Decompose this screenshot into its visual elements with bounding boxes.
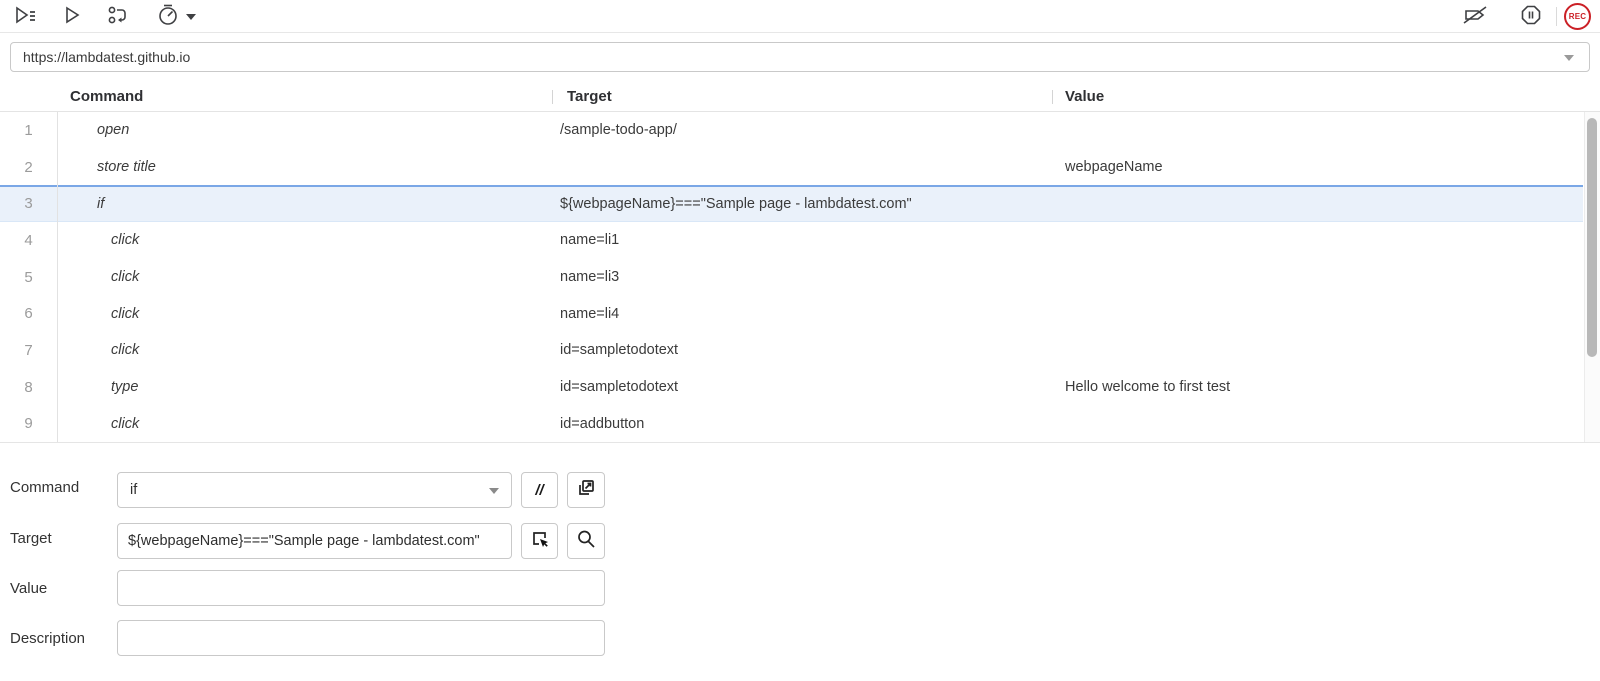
row-number: 7 — [24, 341, 33, 359]
cell-command: click — [111, 415, 140, 432]
cell-value: webpageName — [1065, 159, 1163, 176]
chevron-down-icon — [186, 14, 196, 20]
row-number: 3 — [24, 195, 33, 213]
row-number: 2 — [24, 158, 33, 176]
description-field-label: Description — [10, 630, 86, 647]
cell-target: ${webpageName}==="Sample page - lambdate… — [560, 195, 912, 212]
table-bottom-divider — [0, 442, 1600, 443]
cell-command: if — [97, 195, 105, 212]
step-over-button[interactable] — [105, 4, 131, 30]
column-header-value: Value — [1065, 88, 1105, 105]
disable-breakpoints-icon — [1462, 3, 1488, 32]
row-number: 6 — [24, 305, 33, 323]
table-scrollbar-thumb[interactable] — [1587, 118, 1597, 357]
table-row[interactable]: 1 open/sample-todo-app/ — [0, 112, 1583, 149]
column-header-command: Command — [70, 88, 144, 105]
record-button-label: REC — [1568, 12, 1587, 21]
chevron-down-icon — [489, 488, 499, 494]
value-input[interactable] — [117, 570, 605, 606]
target-field-label: Target — [10, 530, 52, 547]
row-number: 8 — [24, 378, 33, 396]
table-row[interactable]: 5 click name=li3 — [0, 258, 1583, 296]
cell-command: open — [97, 122, 130, 139]
cell-command: click — [111, 342, 140, 359]
cell-target: name=li4 — [560, 305, 620, 322]
open-new-window-icon — [575, 477, 597, 504]
table-row[interactable]: 7 click id=sampletodotext — [0, 332, 1583, 369]
pause-on-exceptions-button[interactable] — [1518, 4, 1544, 30]
command-select-value: if — [130, 482, 138, 498]
value-field-label: Value — [10, 580, 48, 597]
base-url-value: https://lambdatest.github.io — [23, 49, 191, 65]
cell-command: click — [111, 269, 140, 286]
pause-on-exceptions-icon — [1519, 3, 1543, 32]
run-all-tests-button[interactable] — [12, 4, 38, 30]
toggle-comment-button[interactable]: // — [521, 472, 558, 508]
select-target-button[interactable] — [521, 523, 558, 559]
table-row[interactable]: 4 click name=li1 — [0, 222, 1583, 259]
cell-target: /sample-todo-app/ — [560, 122, 677, 139]
base-url-select[interactable]: https://lambdatest.github.io — [10, 42, 1590, 72]
table-row[interactable]: 6 click name=li4 — [0, 295, 1583, 333]
cell-value: Hello welcome to first test — [1065, 379, 1231, 396]
column-divider — [1052, 90, 1053, 104]
chevron-down-icon[interactable] — [1564, 55, 1574, 61]
column-header-target: Target — [567, 88, 612, 105]
row-number: 4 — [24, 231, 33, 249]
cell-target: id=sampletodotext — [560, 379, 679, 396]
command-select[interactable]: if — [117, 472, 512, 508]
selenium-ide-window: REC https://lambdatest.github.io Command… — [0, 0, 1600, 681]
cell-target: name=li3 — [560, 269, 620, 286]
run-current-test-button[interactable] — [59, 4, 85, 30]
description-input[interactable] — [117, 620, 605, 656]
cell-command: type — [111, 379, 139, 396]
find-target-button[interactable] — [567, 523, 605, 559]
row-number-divider — [57, 112, 58, 442]
open-new-window-button[interactable] — [567, 472, 605, 508]
step-over-icon — [106, 3, 130, 32]
command-field-label: Command — [10, 479, 80, 496]
run-current-test-icon — [60, 3, 84, 32]
table-row[interactable]: 8 type id=sampletodotext Hello welcome to f… — [0, 368, 1583, 406]
table-row[interactable]: 9 click id=addbutton — [0, 405, 1583, 443]
table-row[interactable]: 3 if ${webpageName}==="Sample page - lambd… — [0, 185, 1583, 223]
comment-icon: // — [535, 481, 544, 499]
row-number: 9 — [24, 415, 33, 433]
toolbar-divider — [1556, 7, 1557, 26]
row-number: 5 — [24, 268, 33, 286]
target-input[interactable] — [117, 523, 512, 559]
row-number: 1 — [24, 121, 33, 139]
commands-table-header: Command Target Value — [0, 84, 1600, 112]
column-divider — [552, 90, 553, 104]
select-target-icon — [529, 528, 551, 555]
cell-command: click — [111, 232, 140, 249]
run-all-tests-icon — [12, 3, 38, 32]
cell-target: id=addbutton — [560, 415, 645, 432]
record-button[interactable]: REC — [1564, 3, 1591, 30]
table-row[interactable]: 2 store title webpageName — [0, 148, 1583, 186]
search-icon — [575, 528, 597, 555]
toolbar: REC — [0, 0, 1600, 33]
cell-command: click — [111, 305, 140, 322]
test-speed-icon — [156, 2, 182, 33]
cell-target: id=sampletodotext — [560, 342, 679, 359]
commands-table: 1 open/sample-todo-app/2 store title webpag… — [0, 112, 1583, 443]
cell-command: store title — [97, 159, 156, 176]
cell-target: name=li1 — [560, 232, 620, 249]
test-speed-button[interactable] — [154, 4, 198, 30]
disable-breakpoints-button[interactable] — [1462, 4, 1488, 30]
